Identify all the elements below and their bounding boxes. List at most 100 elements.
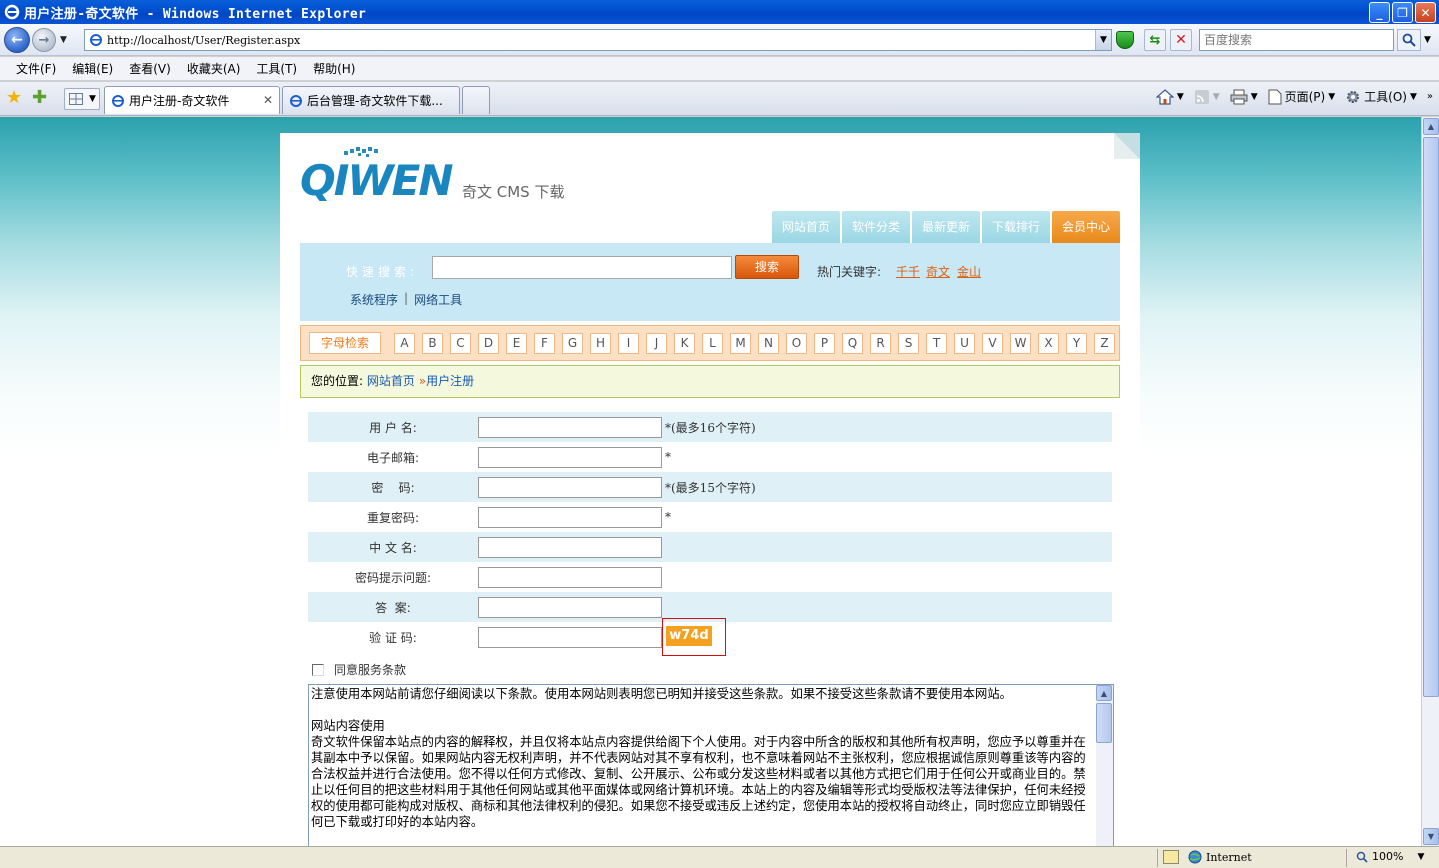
menu-favorites[interactable]: 收藏夹(A)	[179, 58, 249, 80]
alpha-letter[interactable]: Y	[1066, 332, 1087, 354]
address-input[interactable]: http://localhost/User/Register.aspx ▼	[84, 29, 1112, 51]
nav-home[interactable]: 网站首页	[771, 211, 840, 243]
alpha-letter[interactable]: N	[758, 332, 779, 354]
password-input[interactable]	[478, 476, 662, 498]
minimize-button[interactable]: _	[1369, 2, 1390, 23]
alpha-letter[interactable]: R	[870, 332, 891, 354]
confirm-password-input[interactable]	[478, 506, 662, 528]
page-scrollbar[interactable]: ▲ ▼	[1421, 117, 1439, 846]
security-shield-icon[interactable]	[1116, 31, 1134, 49]
alpha-letter[interactable]: E	[506, 332, 527, 354]
nav-ranking[interactable]: 下载排行	[981, 211, 1050, 243]
security-zone[interactable]: Internet	[1188, 850, 1252, 864]
alpha-letter[interactable]: F	[534, 332, 555, 354]
alpha-letter[interactable]: Z	[1094, 332, 1115, 354]
add-favorite-icon[interactable]: ✚	[32, 89, 50, 107]
scroll-down-arrow-icon[interactable]: ▼	[1423, 828, 1439, 845]
alpha-letter[interactable]: S	[898, 332, 919, 354]
page-menu-button[interactable]: 页面(P) ▼	[1268, 88, 1335, 105]
terms-textarea[interactable]: 注意使用本网站前请您仔细阅读以下条款。使用本网站则表明您已明知并接受这些条款。如…	[308, 684, 1114, 846]
quick-search-input[interactable]	[432, 256, 732, 279]
stop-button[interactable]: ✕	[1170, 29, 1192, 51]
alpha-letter[interactable]: U	[954, 332, 975, 354]
chevron-more-icon[interactable]: »	[1427, 91, 1433, 102]
answer-input[interactable]	[478, 596, 662, 618]
protected-mode-icon[interactable]	[1163, 850, 1179, 864]
tab-admin[interactable]: 后台管理-奇文软件下载...	[282, 86, 460, 114]
forward-button[interactable]: →	[32, 28, 56, 52]
menu-help[interactable]: 帮助(H)	[305, 58, 363, 80]
chinese-name-input[interactable]	[478, 536, 662, 558]
alpha-letter[interactable]: D	[478, 332, 499, 354]
back-button[interactable]: ←	[4, 27, 30, 53]
nav-member-center[interactable]: 会员中心	[1051, 211, 1120, 243]
zoom-control[interactable]: 100% ▼	[1356, 850, 1424, 863]
hot-keyword-link[interactable]: 奇文	[926, 263, 950, 280]
zoom-dropdown-icon[interactable]: ▼	[1417, 852, 1424, 862]
menu-view[interactable]: 查看(V)	[121, 58, 179, 80]
username-input[interactable]	[478, 416, 662, 438]
alpha-letter[interactable]: A	[394, 332, 415, 354]
alpha-letter[interactable]: V	[982, 332, 1003, 354]
history-dropdown-icon[interactable]: ▼	[60, 35, 67, 45]
breadcrumb-home-link[interactable]: 网站首页	[367, 374, 415, 388]
alpha-letter[interactable]: T	[926, 332, 947, 354]
scroll-up-arrow-icon[interactable]: ▲	[1423, 118, 1439, 135]
alpha-letter[interactable]: X	[1038, 332, 1059, 354]
quick-tabs-dropdown-icon[interactable]: ▼	[89, 94, 96, 104]
tab-close-icon[interactable]: ✕	[263, 93, 273, 107]
captcha-input[interactable]	[478, 626, 662, 648]
search-go-button[interactable]	[1397, 29, 1421, 51]
refresh-button[interactable]: ⇆	[1144, 29, 1166, 51]
hot-keyword-link[interactable]: 金山	[957, 263, 981, 280]
alpha-letter[interactable]: L	[702, 332, 723, 354]
print-dropdown-icon[interactable]: ▼	[1251, 92, 1258, 102]
alpha-letter[interactable]: C	[450, 332, 471, 354]
alpha-letter[interactable]: I	[618, 332, 639, 354]
print-button[interactable]: ▼	[1230, 89, 1258, 105]
menu-edit[interactable]: 编辑(E)	[64, 58, 121, 80]
alpha-letter[interactable]: P	[814, 332, 835, 354]
menu-tools[interactable]: 工具(T)	[248, 58, 305, 80]
scroll-thumb[interactable]	[1096, 703, 1112, 743]
scroll-thumb[interactable]	[1423, 137, 1439, 697]
tools-menu-button[interactable]: 工具(O) ▼	[1345, 88, 1417, 105]
category-link[interactable]: 网络工具	[414, 291, 462, 308]
site-logo[interactable]: QIWEN	[300, 147, 470, 213]
captcha-image[interactable]: w74d	[666, 626, 712, 646]
agree-terms-label[interactable]: 同意服务条款	[334, 661, 406, 678]
email-input[interactable]	[478, 446, 662, 468]
new-tab-button[interactable]	[462, 86, 490, 114]
close-window-button[interactable]: ✕	[1415, 2, 1436, 23]
favorites-star-icon[interactable]: ★	[6, 89, 24, 107]
password-question-input[interactable]	[478, 566, 662, 588]
home-button[interactable]: ▼	[1155, 88, 1184, 105]
nav-latest[interactable]: 最新更新	[911, 211, 980, 243]
restore-button[interactable]: ❐	[1392, 2, 1413, 23]
agree-terms-checkbox[interactable]	[312, 663, 324, 676]
search-provider-dropdown-icon[interactable]: ▼	[1424, 35, 1431, 45]
search-button[interactable]: 搜索	[735, 255, 799, 279]
scroll-up-arrow-icon[interactable]: ▲	[1096, 685, 1112, 701]
terms-scrollbar[interactable]: ▲	[1096, 685, 1113, 846]
captcha-frame[interactable]: w74d	[662, 618, 726, 656]
feeds-button[interactable]: ▼	[1194, 89, 1220, 105]
alpha-letter[interactable]: K	[674, 332, 695, 354]
alpha-letter[interactable]: J	[646, 332, 667, 354]
nav-categories[interactable]: 软件分类	[841, 211, 910, 243]
quick-tabs-button[interactable]: ▼	[64, 88, 100, 110]
alpha-letter[interactable]: O	[786, 332, 807, 354]
hot-keyword-link[interactable]: 千千	[896, 263, 920, 280]
home-dropdown-icon[interactable]: ▼	[1177, 92, 1184, 102]
alpha-letter[interactable]: Q	[842, 332, 863, 354]
category-link[interactable]: 系统程序	[350, 291, 398, 308]
menu-file[interactable]: 文件(F)	[8, 58, 64, 80]
alpha-letter[interactable]: W	[1010, 332, 1031, 354]
feeds-dropdown-icon[interactable]: ▼	[1213, 92, 1220, 102]
alpha-letter[interactable]: G	[562, 332, 583, 354]
tab-register[interactable]: 用户注册-奇文软件 ✕	[104, 86, 280, 114]
web-search-input[interactable]: 百度搜索	[1199, 29, 1394, 51]
alpha-letter[interactable]: H	[590, 332, 611, 354]
alpha-letter[interactable]: M	[730, 332, 751, 354]
alpha-letter[interactable]: B	[422, 332, 443, 354]
